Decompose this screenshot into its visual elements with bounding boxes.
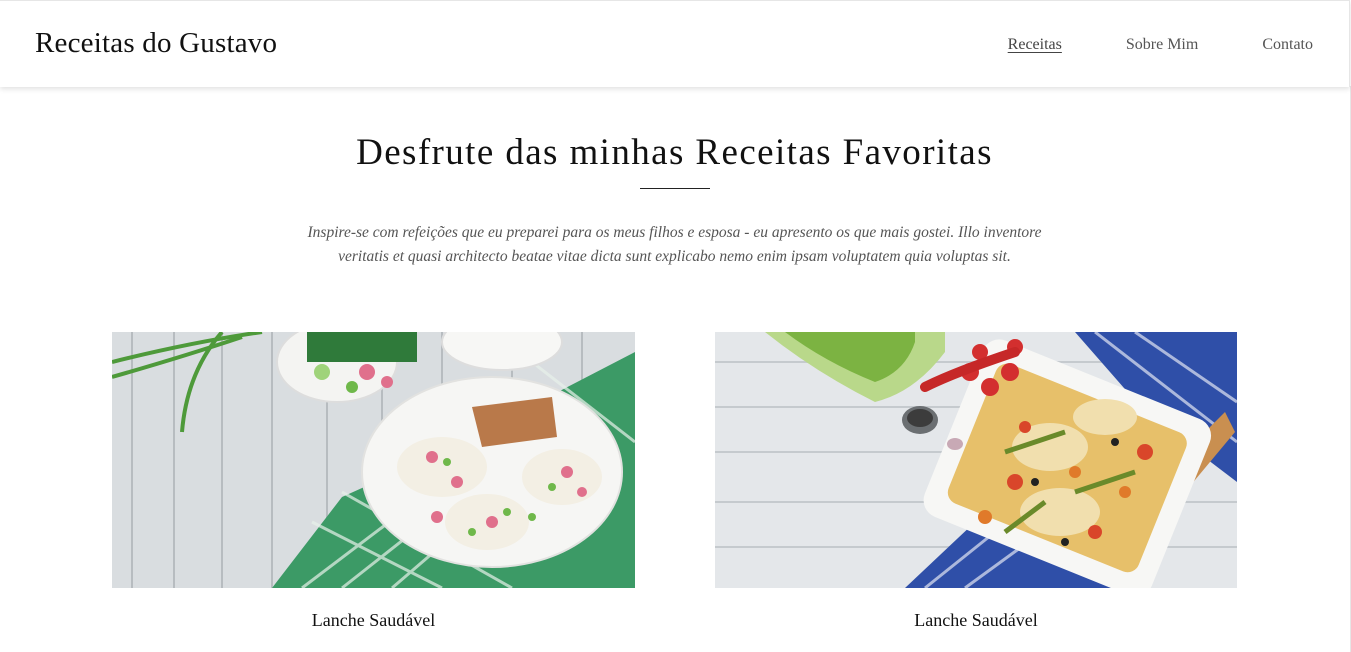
nav-link-contato[interactable]: Contato <box>1262 36 1313 54</box>
nav-link-sobre-mim[interactable]: Sobre Mim <box>1126 36 1198 54</box>
recipe-title[interactable]: Lanche Saudável <box>715 610 1237 631</box>
site-header: Receitas do Gustavo Receitas Sobre Mim C… <box>0 0 1350 87</box>
recipe-title[interactable]: Lanche Saudável <box>112 610 635 631</box>
page-title: Desfrute das minhas Receitas Favoritas <box>356 132 993 173</box>
title-divider <box>640 188 710 189</box>
roasted-chicken-vegetables-photo[interactable] <box>715 332 1237 588</box>
nav-link-receitas[interactable]: Receitas <box>1008 36 1062 54</box>
main-nav: Receitas Sobre Mim Contato <box>944 36 1313 54</box>
intro-text: Inspire-se com refeições que eu preparei… <box>307 224 1042 265</box>
healthy-snack-photo[interactable] <box>112 332 635 588</box>
recipe-card[interactable]: Lanche Saudável <box>715 332 1237 631</box>
recipe-card[interactable]: Lanche Saudável <box>112 332 635 631</box>
site-brand[interactable]: Receitas do Gustavo <box>35 27 277 60</box>
